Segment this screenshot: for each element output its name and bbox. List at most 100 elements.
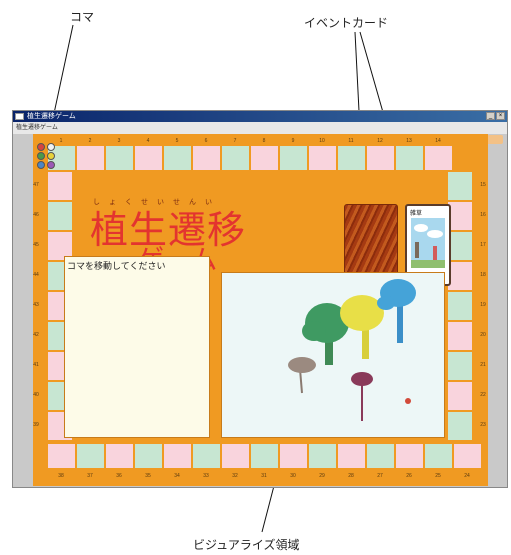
board-cell-top: [308, 145, 337, 171]
cell-number-right: 19: [480, 302, 486, 308]
cell-number-bottom: 37: [87, 473, 93, 479]
board-cell-bottom: [47, 443, 76, 469]
app-window: 植生遷移ゲーム _ × 植生遷移ゲーム 1 2 3 4 5 6 7 8 9 10 11 12 13 14 3…: [12, 110, 508, 488]
cell-number-left: 46: [33, 212, 39, 218]
cell-number-left: 39: [33, 422, 39, 428]
window-title: 植生遷移ゲーム: [27, 113, 76, 120]
cell-number-left: 41: [33, 362, 39, 368]
cell-number-top: 5: [175, 138, 179, 144]
board-cell-right: [447, 381, 473, 411]
cell-number-top: 6: [204, 138, 208, 144]
cell-number-bottom: 36: [116, 473, 122, 479]
event-card-label: 雑草: [410, 211, 423, 217]
piece-white-icon[interactable]: [47, 143, 55, 151]
board-cell-bottom: [279, 443, 308, 469]
cell-number-top: 9: [291, 138, 295, 144]
cell-number-top: 10: [319, 138, 325, 144]
board-cell-bottom: [163, 443, 192, 469]
cell-number-left: 44: [33, 272, 39, 278]
cell-number-left: 40: [33, 392, 39, 398]
piece-green-icon[interactable]: [37, 152, 45, 160]
menu-item-game[interactable]: 植生遷移ゲーム: [16, 122, 58, 134]
cell-number-bottom: 30: [290, 473, 296, 479]
cell-number-bottom: 35: [145, 473, 151, 479]
board-cell-bottom: [424, 443, 453, 469]
cell-number-top: 3: [117, 138, 121, 144]
cell-number-top: 11: [348, 138, 354, 144]
title-ruby: しょくせいせんい: [93, 198, 221, 206]
board-cell-right: [447, 351, 473, 381]
cell-number-bottom: 24: [464, 473, 470, 479]
cell-number-right: 21: [480, 362, 486, 368]
event-card-illustration: [411, 218, 445, 268]
cell-number-bottom: 31: [261, 473, 267, 479]
cell-number-bottom: 38: [58, 473, 64, 479]
cell-number-top: 4: [146, 138, 150, 144]
message-text: コマを移動してください: [67, 262, 166, 272]
board-cell-top: [366, 145, 395, 171]
board-cell-bottom: [308, 443, 337, 469]
minimize-button[interactable]: _: [486, 112, 495, 120]
cell-number-left: 43: [33, 302, 39, 308]
piece-area: [37, 143, 59, 171]
forest-visualization: [288, 279, 416, 421]
cell-number-bottom: 26: [406, 473, 412, 479]
board-cell-left: [47, 171, 73, 201]
board-cell-bottom: [76, 443, 105, 469]
cell-number-bottom: 27: [377, 473, 383, 479]
cell-number-top: 14: [435, 138, 441, 144]
yellow-tree-icon: [340, 295, 384, 331]
piece-red-icon[interactable]: [37, 143, 45, 151]
cell-number-bottom: 25: [435, 473, 441, 479]
piece-blue-icon[interactable]: [37, 161, 45, 169]
board-cell-right: [447, 321, 473, 351]
cell-number-bottom: 29: [319, 473, 325, 479]
piece-yellow-icon[interactable]: [47, 152, 55, 160]
cell-number-left: 42: [33, 332, 39, 338]
board-cell-bottom: [337, 443, 366, 469]
cell-number-right: 20: [480, 332, 486, 338]
game-board: 1 2 3 4 5 6 7 8 9 10 11 12 13 14 38 37 36 35 34 33 32 31 30 29 2…: [33, 134, 488, 486]
cell-number-left: 45: [33, 242, 39, 248]
cell-number-right: 18: [480, 272, 486, 278]
cell-number-right: 16: [480, 212, 486, 218]
maroon-shrub-icon: [351, 372, 373, 386]
board-cell-top: [76, 145, 105, 171]
message-panel: コマを移動してください: [64, 256, 210, 438]
board-cell-bottom: [105, 443, 134, 469]
board-cell-left: [47, 201, 73, 231]
board-cell-bottom: [221, 443, 250, 469]
cell-number-bottom: 34: [174, 473, 180, 479]
board-cell-bottom: [250, 443, 279, 469]
piece-purple-icon[interactable]: [47, 161, 55, 169]
cell-number-top: 2: [88, 138, 92, 144]
board-cell-top: [163, 145, 192, 171]
menu-bar: 植生遷移ゲーム: [13, 122, 507, 134]
cell-number-bottom: 28: [348, 473, 354, 479]
visualization-area: [221, 272, 445, 438]
board-cell-right: [447, 171, 473, 201]
cell-number-right: 23: [480, 422, 486, 428]
board-cell-bottom: [134, 443, 163, 469]
cell-number-right: 15: [480, 182, 486, 188]
close-button[interactable]: ×: [496, 112, 505, 120]
board-cell-top: [250, 145, 279, 171]
small-red-plant-icon: [405, 398, 411, 404]
cell-number-right: 17: [480, 242, 486, 248]
board-cell-top: [395, 145, 424, 171]
board-cell-bottom: [192, 443, 221, 469]
game-title: 植生遷移: [90, 208, 247, 252]
board-cell-top: [337, 145, 366, 171]
brown-shrub-icon: [288, 357, 316, 373]
cell-number-bottom: 33: [203, 473, 209, 479]
cell-number-top: 13: [406, 138, 412, 144]
board-cell-top: [105, 145, 134, 171]
title-bar: 植生遷移ゲーム _ ×: [13, 111, 507, 122]
board-cell-right: [447, 291, 473, 321]
cell-number-top: 7: [233, 138, 237, 144]
card-scene-icon: [411, 224, 445, 268]
board-cell-top: [221, 145, 250, 171]
board-cell-bottom: [453, 443, 482, 469]
cell-number-left: 47: [33, 182, 39, 188]
cell-number-top: 12: [377, 138, 383, 144]
